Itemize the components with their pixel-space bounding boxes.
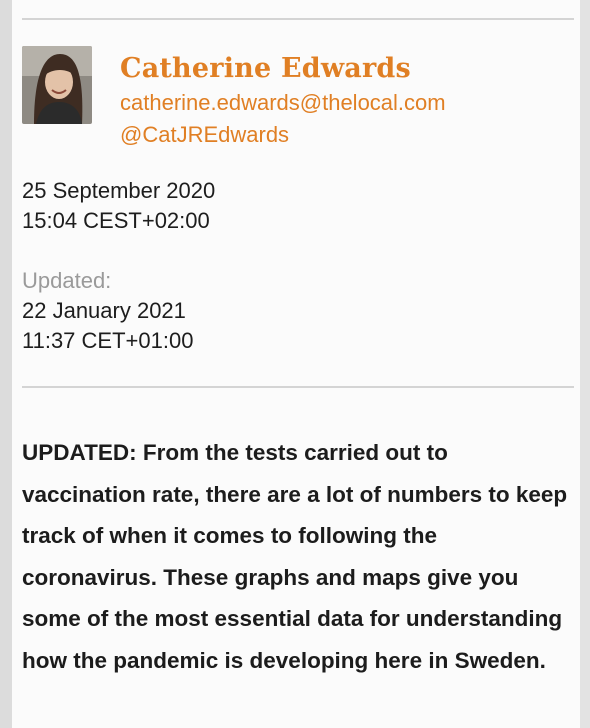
- top-divider: [22, 18, 574, 20]
- article-lead: UPDATED: From the tests carried out to v…: [22, 440, 568, 673]
- updated-block: Updated: 22 January 2021 11:37 CET+01:00: [22, 266, 193, 356]
- left-gutter: [0, 0, 12, 728]
- author-photo-icon: [22, 46, 92, 124]
- updated-time: 11:37 CET+01:00: [22, 328, 194, 353]
- author-email-link[interactable]: catherine.edwards@thelocal.com: [120, 88, 446, 118]
- author-avatar[interactable]: [22, 46, 92, 124]
- updated-label: Updated:: [22, 268, 112, 293]
- published-block: 25 September 2020 15:04 CEST+02:00: [22, 176, 215, 236]
- published-time: 15:04 CEST+02:00: [22, 208, 210, 233]
- author-name-link[interactable]: Catherine Edwards: [120, 52, 446, 86]
- right-gutter: [580, 0, 590, 728]
- author-details: Catherine Edwards catherine.edwards@thel…: [120, 52, 446, 150]
- author-twitter-link[interactable]: @CatJREdwards: [120, 120, 446, 150]
- section-divider: [22, 386, 574, 388]
- updated-date: 22 January 2021: [22, 298, 186, 323]
- published-date: 25 September 2020: [22, 178, 216, 203]
- author-block: Catherine Edwards catherine.edwards@thel…: [22, 46, 446, 150]
